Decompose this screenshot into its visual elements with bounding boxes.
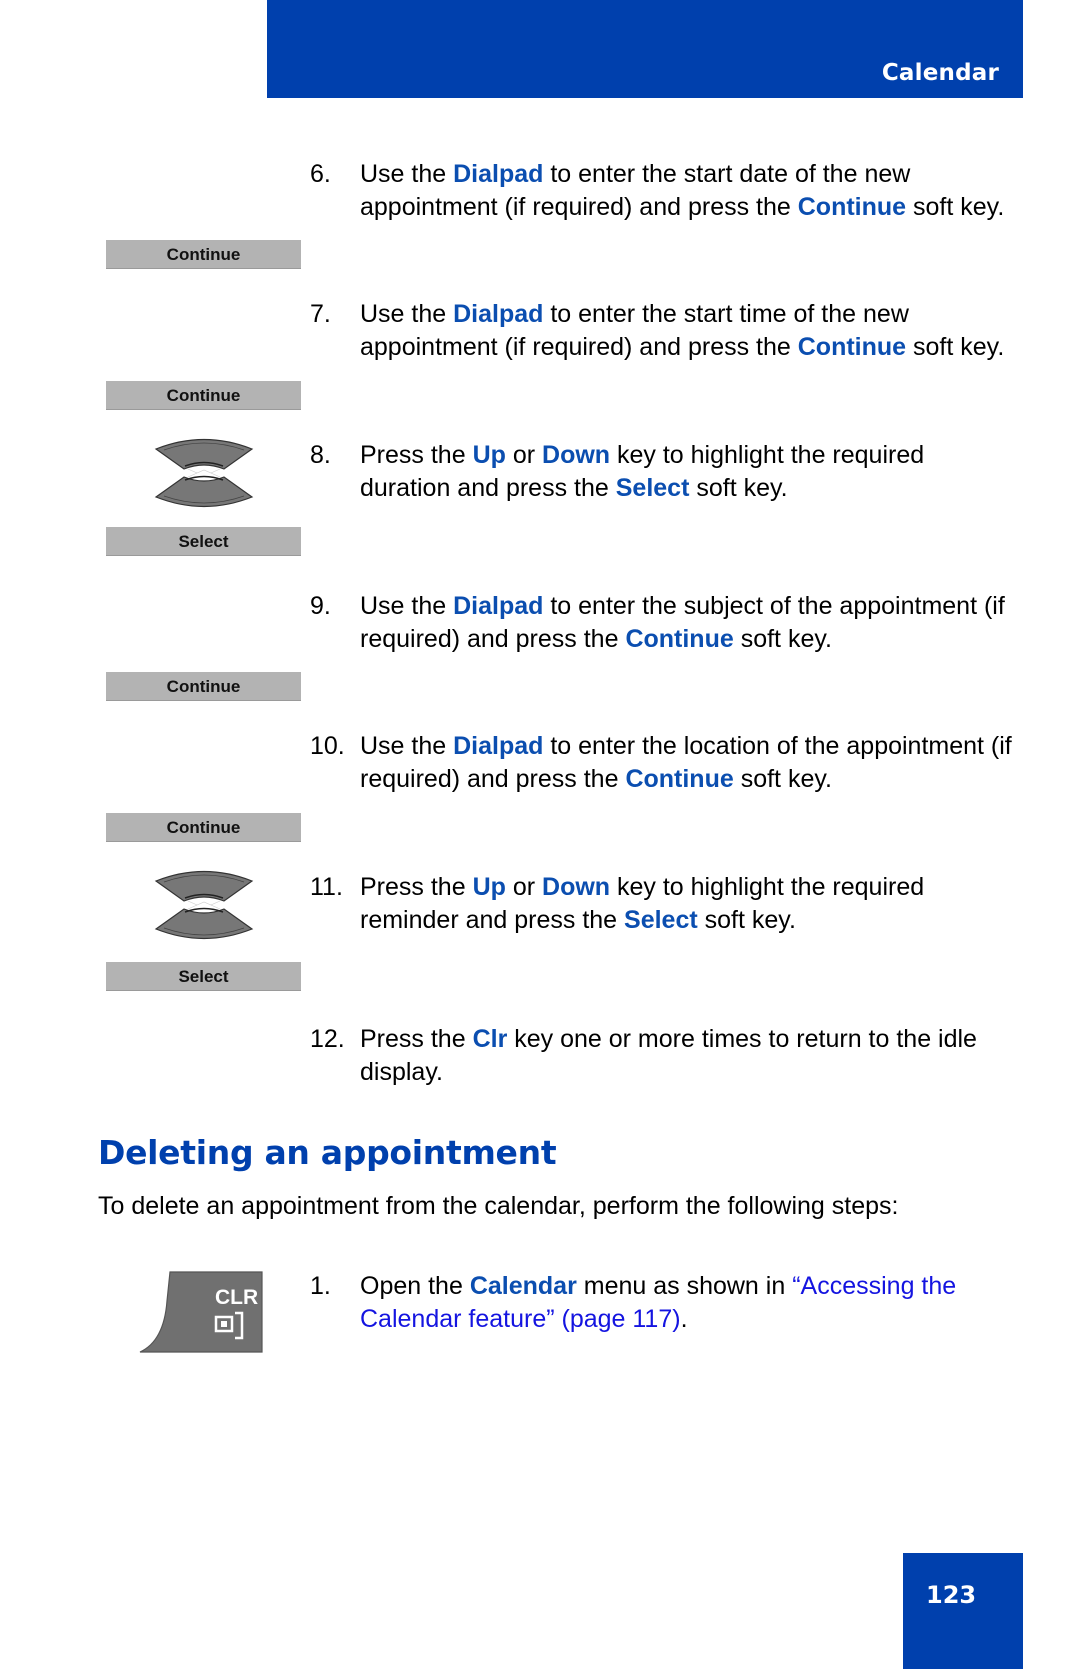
step-number: 12. <box>310 1025 345 1053</box>
keyword-down: Down <box>542 441 611 469</box>
step-number: 9. <box>310 592 331 620</box>
step-text: soft key. <box>906 332 1005 361</box>
keyword-clr: Clr <box>472 1025 508 1053</box>
step-number: 10. <box>310 732 345 760</box>
step-text: or <box>505 441 543 469</box>
continue-softkey: Continue <box>106 381 301 410</box>
step-text: Press the <box>360 873 473 901</box>
step-text: soft key. <box>733 764 832 793</box>
step-text: Open the <box>360 1272 470 1300</box>
keyword-continue: Continue <box>797 332 907 361</box>
step-text: Use the <box>360 592 454 620</box>
header-bar: Calendar <box>267 0 1023 98</box>
step-text: menu as shown in <box>576 1272 793 1300</box>
step-text: soft key. <box>906 192 1005 221</box>
step-text: Press the <box>360 441 473 469</box>
step-number: 7. <box>310 300 331 328</box>
step-number: 1. <box>310 1272 331 1300</box>
keyword-continue: Continue <box>625 764 734 793</box>
keyword-select: Select <box>624 905 698 934</box>
section-title: Calendar <box>881 60 999 86</box>
select-softkey: Select <box>106 527 301 556</box>
step-text: Use the <box>360 160 454 188</box>
page-number-box: 123 <box>903 1553 1023 1669</box>
intro-paragraph: To delete an appointment from the calend… <box>98 1192 899 1220</box>
step-text: or <box>505 873 543 901</box>
keyword-up: Up <box>472 873 506 901</box>
up-down-navigation-key-icon <box>154 870 254 940</box>
step-text: soft key. <box>697 905 796 934</box>
select-softkey: Select <box>106 962 301 991</box>
keyword-continue: Continue <box>625 624 734 653</box>
section-heading: Deleting an appointment <box>98 1133 557 1172</box>
clr-key-label: CLR <box>215 1286 258 1309</box>
step-text: Use the <box>360 732 454 760</box>
step-text: soft key. <box>689 473 788 502</box>
keyword-down: Down <box>542 873 611 901</box>
clr-key-icon: CLR <box>139 1271 263 1353</box>
keyword-calendar: Calendar <box>469 1272 577 1300</box>
step-text: Use the <box>360 300 454 328</box>
step-number: 8. <box>310 441 331 469</box>
keyword-dialpad: Dialpad <box>453 732 544 760</box>
keyword-continue: Continue <box>797 192 907 221</box>
keyword-dialpad: Dialpad <box>453 300 544 328</box>
continue-softkey: Continue <box>106 240 301 269</box>
keyword-up: Up <box>472 441 506 469</box>
step-text: Press the <box>360 1025 473 1053</box>
page-number: 123 <box>926 1581 977 1609</box>
keyword-dialpad: Dialpad <box>453 160 544 188</box>
keyword-dialpad: Dialpad <box>453 592 544 620</box>
continue-softkey: Continue <box>106 813 301 842</box>
continue-softkey: Continue <box>106 672 301 701</box>
step-number: 11. <box>310 873 343 901</box>
step-text: soft key. <box>733 624 832 653</box>
step-number: 6. <box>310 160 331 188</box>
step-text: . <box>680 1304 688 1333</box>
up-down-navigation-key-icon <box>154 438 254 508</box>
keyword-select: Select <box>615 473 690 502</box>
